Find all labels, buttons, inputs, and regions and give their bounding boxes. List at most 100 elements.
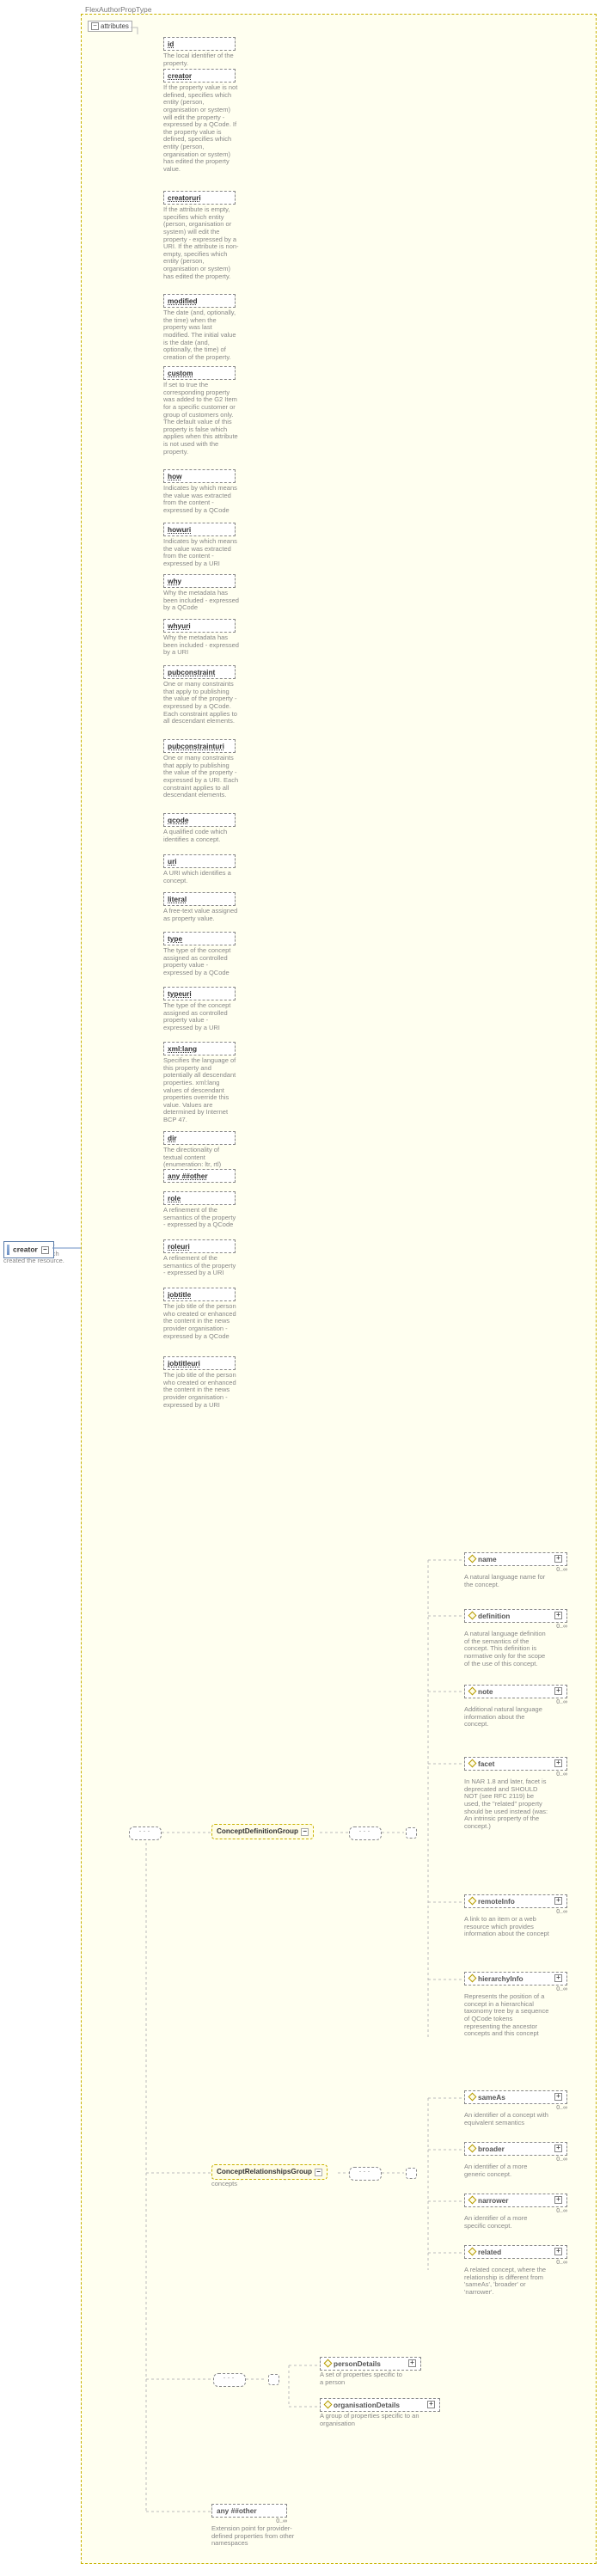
plus-icon: + xyxy=(554,2248,562,2255)
attr-anyother1[interactable]: any ##other xyxy=(163,1169,236,1183)
attr-desc: Indicates by which means the value was e… xyxy=(163,538,239,568)
attr-creatoruri[interactable]: creatoruriIf the attribute is empty, spe… xyxy=(163,191,236,280)
attr-desc: The date (and, optionally, the time) whe… xyxy=(163,309,239,361)
minus-icon: − xyxy=(315,2169,322,2176)
multiplicity: 0..∞ xyxy=(464,1567,567,1573)
attr-label: whyuri xyxy=(163,619,236,633)
attr-type[interactable]: typeThe type of the concept assigned as … xyxy=(163,932,236,977)
element-desc: Represents the position of a concept in … xyxy=(464,1993,550,2038)
attr-marker-icon xyxy=(468,2145,477,2153)
attr-label: creatoruri xyxy=(163,191,236,205)
element-organisationdetails[interactable]: organisationDetails+ A group of properti… xyxy=(320,2398,440,2427)
attr-marker-icon xyxy=(468,2093,477,2102)
element-label: remoteInfo xyxy=(478,1897,515,1906)
attr-desc: A URI which identifies a concept. xyxy=(163,870,239,884)
attr-desc: If the attribute is empty, specifies whi… xyxy=(163,206,239,280)
element-facet[interactable]: facet+0..∞In NAR 1.8 and later, facet is… xyxy=(464,1757,567,1830)
attr-label: id xyxy=(163,37,236,51)
attr-roleuri[interactable]: roleuriA refinement of the semantics of … xyxy=(163,1239,236,1277)
attr-how[interactable]: howIndicates by which means the value wa… xyxy=(163,469,236,515)
group-label: ConceptDefinitionGroup xyxy=(217,1827,298,1835)
attr-desc: A refinement of the semantics of the pro… xyxy=(163,1255,239,1277)
attr-desc: Why the metadata has been included - exp… xyxy=(163,590,239,612)
element-anyother[interactable]: any ##other 0..∞ Extension point for pro… xyxy=(211,2504,287,2548)
element-hierarchyinfo[interactable]: hierarchyInfo+0..∞Represents the positio… xyxy=(464,1972,567,2038)
attr-desc: One or many constraints that apply to pu… xyxy=(163,681,239,725)
attr-label: modified xyxy=(163,294,236,308)
branch-connector xyxy=(406,2168,417,2179)
element-desc: A natural language name for the concept. xyxy=(464,1574,550,1588)
plus-icon: + xyxy=(408,2359,416,2367)
element-desc: An identifier of a concept with equivale… xyxy=(464,2112,550,2126)
element-broader[interactable]: broader+0..∞An identifier of a more gene… xyxy=(464,2142,567,2178)
attr-marker-icon xyxy=(468,2248,477,2256)
multiplicity: 0..∞ xyxy=(464,1624,567,1630)
attr-marker-icon xyxy=(468,1612,477,1620)
element-remoteinfo[interactable]: remoteInfo+0..∞A link to an item or a we… xyxy=(464,1894,567,1938)
attr-desc: The job title of the person who created … xyxy=(163,1372,239,1409)
branch-connector xyxy=(406,1827,417,1839)
minus-icon: − xyxy=(301,1828,309,1836)
multiplicity: 0..∞ xyxy=(464,1771,567,1778)
attr-label: jobtitle xyxy=(163,1288,236,1301)
attr-desc: The type of the concept assigned as cont… xyxy=(163,1002,239,1032)
plus-icon: + xyxy=(554,1974,562,1982)
attr-desc: The local identifier of the property. xyxy=(163,52,239,67)
attr-literal[interactable]: literalA free-text value assigned as pro… xyxy=(163,892,236,922)
element-label: hierarchyInfo xyxy=(478,1974,523,1983)
attr-jobtitleuri[interactable]: jobtitleuriThe job title of the person w… xyxy=(163,1356,236,1409)
group-conceptrelationships[interactable]: ConceptRelationshipsGroup− A group of pr… xyxy=(211,2164,334,2188)
group-label: ConceptRelationshipsGroup xyxy=(217,2168,312,2175)
element-name[interactable]: name+0..∞A natural language name for the… xyxy=(464,1552,567,1588)
element-label: broader xyxy=(478,2145,505,2153)
attr-uri[interactable]: uriA URI which identifies a concept. xyxy=(163,854,236,884)
attr-custom[interactable]: customIf set to true the corresponding p… xyxy=(163,366,236,456)
group-conceptdefinition[interactable]: ConceptDefinitionGroup− A group of prope… xyxy=(211,1824,323,1840)
root-element[interactable]: creator− xyxy=(3,1241,54,1258)
attr-label: any ##other xyxy=(163,1169,236,1183)
attr-marker-icon xyxy=(468,1974,477,1983)
attr-qcode[interactable]: qcodeA qualified code which identifies a… xyxy=(163,813,236,843)
attr-marker-icon xyxy=(468,1555,477,1563)
attr-role[interactable]: role A refinement of the semantics of the… xyxy=(163,1191,236,1229)
element-label: name xyxy=(478,1555,497,1563)
plus-icon: + xyxy=(554,1687,562,1695)
attr-marker-icon xyxy=(324,2359,333,2368)
attr-pubconstraint[interactable]: pubconstraintOne or many constraints tha… xyxy=(163,665,236,725)
element-definition[interactable]: definition+0..∞A natural language defini… xyxy=(464,1609,567,1667)
plus-icon: + xyxy=(554,2145,562,2152)
element-desc: Additional natural language information … xyxy=(464,1706,550,1729)
attr-howuri[interactable]: howuri Indicates by which means the value… xyxy=(163,523,236,568)
attr-modified[interactable]: modifiedThe date (and, optionally, the t… xyxy=(163,294,236,361)
attr-label: role xyxy=(163,1191,236,1205)
element-desc: An identifier of a more specific concept… xyxy=(464,2215,550,2230)
element-desc: Extension point for provider-defined pro… xyxy=(211,2525,297,2548)
attr-label: howuri xyxy=(163,523,236,536)
attr-desc: The directionality of textual content (e… xyxy=(163,1147,239,1169)
attr-desc: A refinement of the semantics of the pro… xyxy=(163,1207,239,1229)
attr-id[interactable]: idThe local identifier of the property. xyxy=(163,37,236,67)
type-container: FlexAuthorPropType xyxy=(81,14,597,2564)
element-note[interactable]: note +0..∞Additional natural language inf… xyxy=(464,1685,567,1729)
attr-why[interactable]: whyWhy the metadata has been included - … xyxy=(163,574,236,612)
element-sameas[interactable]: sameAs+0..∞An identifier of a concept wi… xyxy=(464,2090,567,2126)
attr-typeuri[interactable]: typeuriThe type of the concept assigned … xyxy=(163,987,236,1032)
attr-creator[interactable]: creatorIf the property value is not defi… xyxy=(163,69,236,174)
attributes-toggle[interactable]: −attributes xyxy=(88,21,132,32)
multiplicity: 0..∞ xyxy=(464,1699,567,1705)
attributes-label: attributes xyxy=(101,22,129,30)
attr-xmllang[interactable]: xml:langSpecifies the language of this p… xyxy=(163,1042,236,1124)
attr-jobtitle[interactable]: jobtitle The job title of the person who … xyxy=(163,1288,236,1340)
element-persondetails[interactable]: personDetails+ A set of properties speci… xyxy=(320,2357,421,2386)
attr-desc: If set to true the corresponding propert… xyxy=(163,382,239,456)
bar-icon xyxy=(7,1245,9,1255)
attr-dir[interactable]: dirThe directionality of textual content… xyxy=(163,1131,236,1169)
attr-desc: The job title of the person who created … xyxy=(163,1303,239,1340)
attr-whyuri[interactable]: whyuriWhy the metadata has been included… xyxy=(163,619,236,657)
attr-pubconstrainturi[interactable]: pubconstrainturiOne or many constraints … xyxy=(163,739,236,799)
element-related[interactable]: related+0..∞A related concept, where the… xyxy=(464,2245,567,2297)
element-narrower[interactable]: narrower+0..∞An identifier of a more spe… xyxy=(464,2194,567,2230)
element-label: note xyxy=(478,1687,493,1696)
element-label: facet xyxy=(478,1759,494,1768)
element-desc: An identifier of a more generic concept. xyxy=(464,2163,550,2178)
